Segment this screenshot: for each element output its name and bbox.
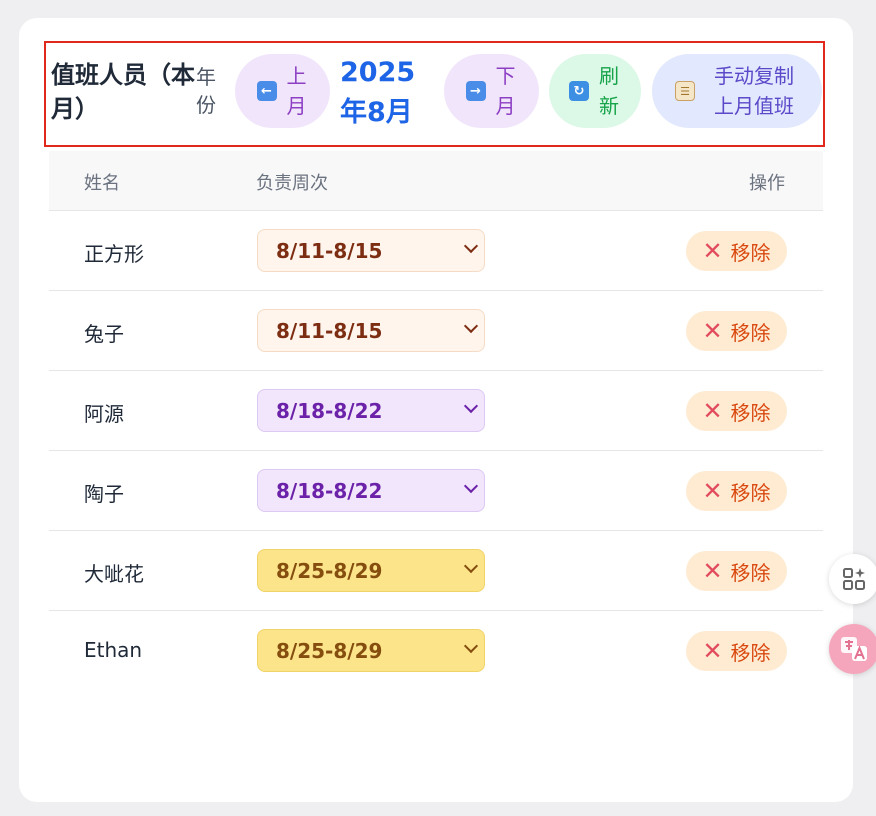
close-icon: ✕ <box>702 397 723 425</box>
copy-last-month-button[interactable]: ☰ 手动复制上月值班 <box>652 54 822 128</box>
close-icon: ✕ <box>702 557 723 585</box>
week-value: 8/11-8/15 <box>276 318 383 343</box>
week-value: 8/25-8/29 <box>276 638 383 663</box>
remove-label: 移除 <box>730 320 771 345</box>
remove-button[interactable]: ✕ 移除 <box>686 311 787 351</box>
page-title: 值班人员（本月） <box>51 61 195 123</box>
week-select[interactable]: 8/11-8/15 <box>257 309 485 352</box>
remove-button[interactable]: ✕ 移除 <box>686 471 787 511</box>
toolbar: 值班人员（本月） 年份 ← 上月 2025年8月 → 下月 ↻ 刷新 ☰ 手动复… <box>44 41 825 147</box>
table-header: 姓名 负责周次 操作 <box>49 151 823 211</box>
week-select[interactable]: 8/25-8/29 <box>257 629 485 672</box>
week-value: 8/25-8/29 <box>276 558 383 583</box>
row-name: 陶子 <box>84 482 124 506</box>
copy-last-month-label: 手动复制上月值班 <box>714 64 794 118</box>
table-row: 正方形 8/11-8/15 ✕ 移除 <box>49 211 823 291</box>
table-row: Ethan 8/25-8/29 ✕ 移除 <box>49 611 823 691</box>
refresh-icon: ↻ <box>569 81 589 101</box>
apps-sparkle-button[interactable] <box>829 554 876 604</box>
week-value: 8/18-8/22 <box>276 478 383 503</box>
prev-month-label: 上月 <box>286 64 307 118</box>
week-value: 8/11-8/15 <box>276 238 383 263</box>
remove-button[interactable]: ✕ 移除 <box>686 231 787 271</box>
close-icon: ✕ <box>702 317 723 345</box>
close-icon: ✕ <box>702 637 723 665</box>
header-name: 姓名 <box>84 173 120 194</box>
header-week: 负责周次 <box>256 173 328 194</box>
row-name: 正方形 <box>84 242 144 266</box>
remove-label: 移除 <box>730 480 771 505</box>
week-select[interactable]: 8/18-8/22 <box>257 389 485 432</box>
week-select[interactable]: 8/11-8/15 <box>257 229 485 272</box>
remove-label: 移除 <box>730 240 771 265</box>
chevron-down-icon <box>463 558 479 574</box>
row-name: 兔子 <box>84 322 124 346</box>
arrow-left-icon: ← <box>256 81 277 101</box>
translate-button[interactable] <box>829 624 876 674</box>
chevron-down-icon <box>463 238 479 254</box>
week-select[interactable]: 8/25-8/29 <box>257 549 485 592</box>
remove-label: 移除 <box>730 560 771 585</box>
row-name: 大呲花 <box>84 562 144 586</box>
table-row: 陶子 8/18-8/22 ✕ 移除 <box>49 451 823 531</box>
prev-month-button[interactable]: ← 上月 <box>235 54 330 128</box>
row-name: 阿源 <box>84 402 124 426</box>
next-month-label: 下月 <box>495 64 516 118</box>
table-row: 兔子 8/11-8/15 ✕ 移除 <box>49 291 823 371</box>
chevron-down-icon <box>463 398 479 414</box>
remove-label: 移除 <box>730 400 771 425</box>
year-label: 年份 <box>196 65 216 117</box>
translate-icon <box>841 637 867 661</box>
table-row: 阿源 8/18-8/22 ✕ 移除 <box>49 371 823 451</box>
row-name: Ethan <box>84 638 143 662</box>
current-month: 2025年8月 <box>340 57 416 128</box>
arrow-right-icon: → <box>465 81 486 101</box>
week-value: 8/18-8/22 <box>276 398 383 423</box>
refresh-label: 刷新 <box>599 64 619 118</box>
close-icon: ✕ <box>702 477 723 505</box>
next-month-button[interactable]: → 下月 <box>444 54 539 128</box>
remove-button[interactable]: ✕ 移除 <box>686 391 787 431</box>
apps-sparkle-icon <box>843 568 865 590</box>
remove-button[interactable]: ✕ 移除 <box>686 551 787 591</box>
chevron-down-icon <box>463 318 479 334</box>
chevron-down-icon <box>463 478 479 494</box>
header-action: 操作 <box>749 173 785 194</box>
week-select[interactable]: 8/18-8/22 <box>257 469 485 512</box>
remove-label: 移除 <box>730 640 771 665</box>
table-row: 大呲花 8/25-8/29 ✕ 移除 <box>49 531 823 611</box>
remove-button[interactable]: ✕ 移除 <box>686 631 787 671</box>
duty-table: 姓名 负责周次 操作 正方形 8/11-8/15 ✕ 移除 兔子 8/11-8/… <box>49 151 823 691</box>
clipboard-icon: ☰ <box>675 81 695 101</box>
chevron-down-icon <box>463 638 479 654</box>
close-icon: ✕ <box>702 237 723 265</box>
refresh-button[interactable]: ↻ 刷新 <box>549 54 641 128</box>
